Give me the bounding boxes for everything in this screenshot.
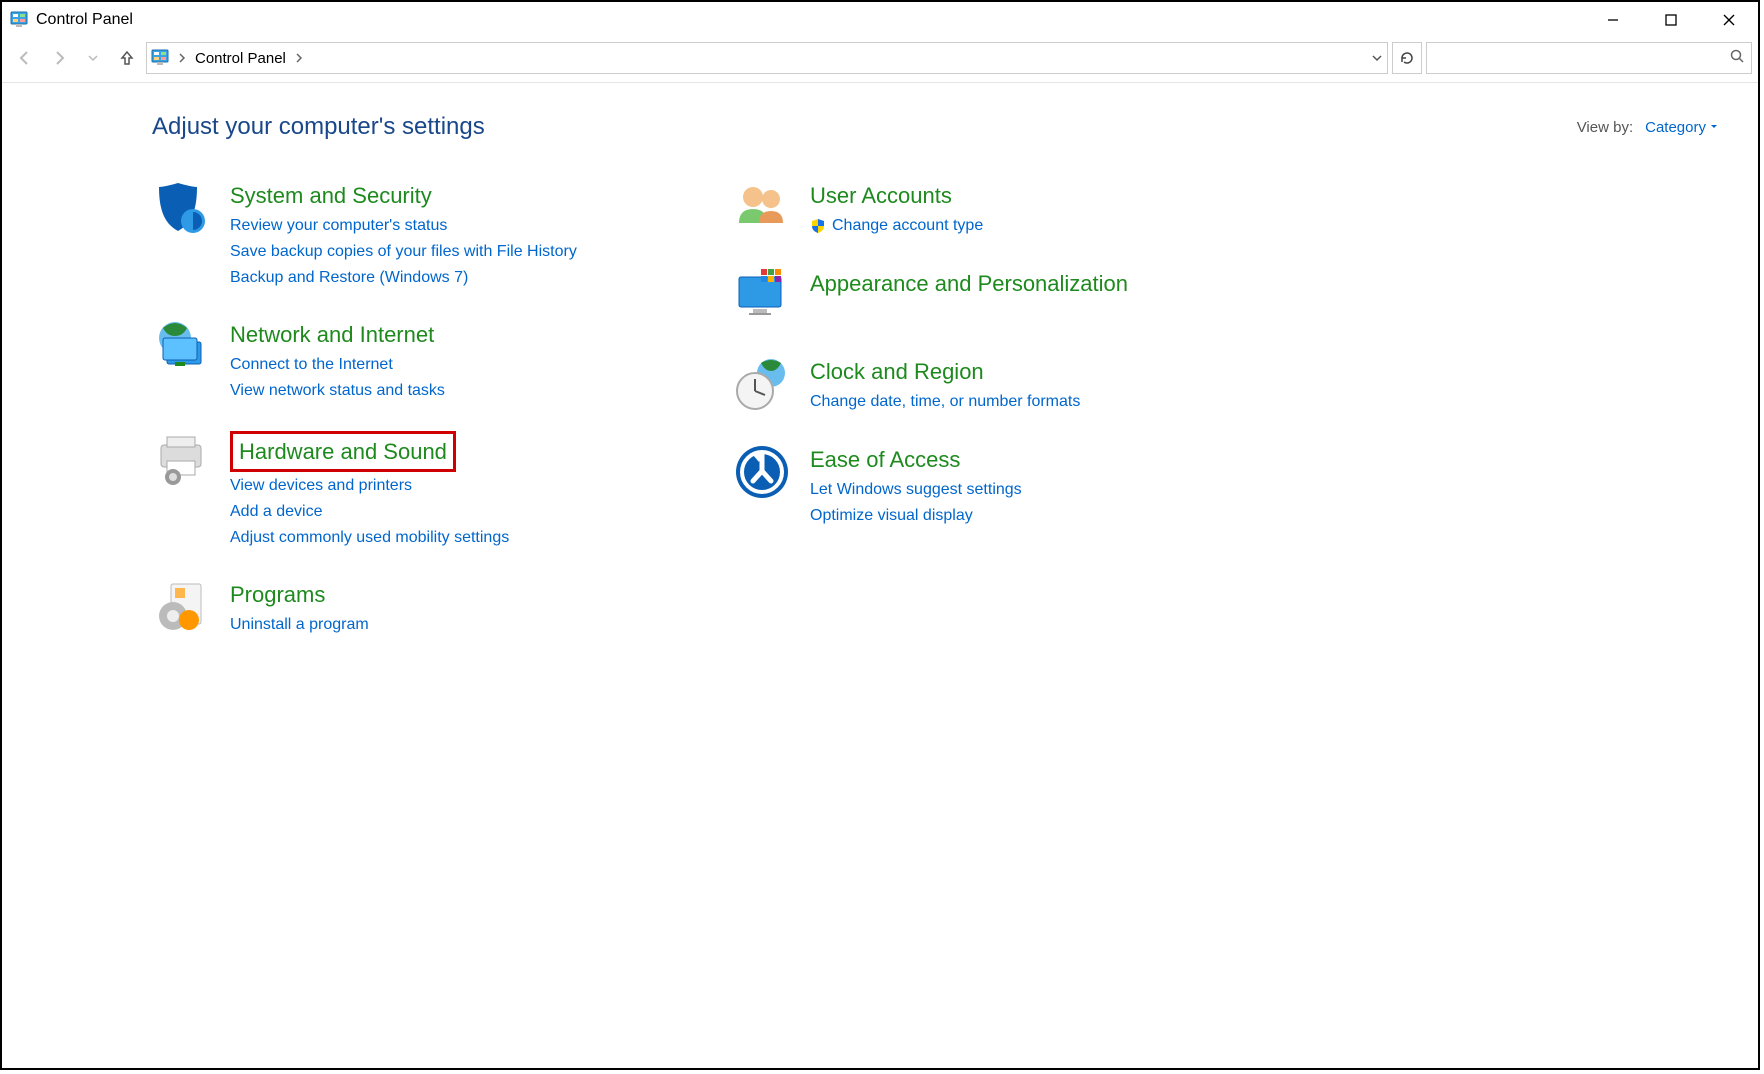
- shield-icon: [152, 179, 212, 239]
- link-devices-printers[interactable]: View devices and printers: [230, 474, 509, 498]
- breadcrumb-control-panel[interactable]: Control Panel: [195, 50, 286, 67]
- up-button[interactable]: [112, 43, 142, 73]
- clock-globe-icon: [732, 355, 792, 415]
- ease-of-access-icon: [732, 443, 792, 503]
- window-title: Control Panel: [36, 11, 133, 29]
- category-title-hardware[interactable]: Hardware and Sound: [230, 431, 456, 472]
- printer-icon: [152, 431, 212, 491]
- link-change-account-type[interactable]: Change account type: [810, 214, 983, 238]
- link-network-status[interactable]: View network status and tasks: [230, 379, 445, 403]
- category-hardware-sound: Hardware and Sound View devices and prin…: [152, 431, 672, 550]
- category-title-system-security[interactable]: System and Security: [230, 179, 577, 212]
- category-columns: System and Security Review your computer…: [152, 179, 1718, 638]
- category-user-accounts: User Accounts Change account type: [732, 179, 1252, 239]
- back-button[interactable]: [10, 43, 40, 73]
- breadcrumb-control-panel-icon: [151, 49, 169, 67]
- category-ease-of-access: Ease of Access Let Windows suggest setti…: [732, 443, 1252, 528]
- window-controls: [1584, 2, 1758, 38]
- search-icon: [1729, 48, 1745, 68]
- category-title-network[interactable]: Network and Internet: [230, 318, 445, 351]
- address-dropdown-icon[interactable]: [1371, 52, 1383, 64]
- forward-button[interactable]: [44, 43, 74, 73]
- view-by-label: View by:: [1577, 119, 1633, 136]
- link-file-history[interactable]: Save backup copies of your files with Fi…: [230, 240, 577, 264]
- link-connect-internet[interactable]: Connect to the Internet: [230, 353, 445, 377]
- refresh-button[interactable]: [1392, 42, 1422, 74]
- link-backup-restore[interactable]: Backup and Restore (Windows 7): [230, 266, 577, 290]
- address-bar[interactable]: Control Panel: [146, 42, 1388, 74]
- search-input[interactable]: [1426, 42, 1752, 74]
- category-network-internet: Network and Internet Connect to the Inte…: [152, 318, 672, 403]
- right-column: User Accounts Change account type Appear…: [732, 179, 1252, 638]
- view-by-control: View by: Category: [1577, 119, 1718, 136]
- programs-icon: [152, 578, 212, 638]
- category-clock-region: Clock and Region Change date, time, or n…: [732, 355, 1252, 415]
- navigation-bar: Control Panel: [2, 38, 1758, 83]
- category-programs: Programs Uninstall a program: [152, 578, 672, 638]
- view-by-dropdown[interactable]: Category: [1645, 119, 1718, 136]
- link-optimize-display[interactable]: Optimize visual display: [810, 504, 1022, 528]
- main-content: Adjust your computer's settings View by:…: [2, 83, 1758, 638]
- category-system-security: System and Security Review your computer…: [152, 179, 672, 290]
- link-suggest-settings[interactable]: Let Windows suggest settings: [810, 478, 1022, 502]
- maximize-button[interactable]: [1642, 2, 1700, 38]
- globe-network-icon: [152, 318, 212, 378]
- page-title: Adjust your computer's settings: [152, 113, 485, 141]
- category-title-ease[interactable]: Ease of Access: [810, 443, 1022, 476]
- close-button[interactable]: [1700, 2, 1758, 38]
- category-title-users[interactable]: User Accounts: [810, 179, 983, 212]
- chevron-right-icon: [294, 52, 304, 64]
- left-column: System and Security Review your computer…: [152, 179, 672, 638]
- chevron-down-icon: [1710, 123, 1718, 131]
- link-date-time-formats[interactable]: Change date, time, or number formats: [810, 390, 1080, 414]
- link-mobility-settings[interactable]: Adjust commonly used mobility settings: [230, 526, 509, 550]
- page-header: Adjust your computer's settings View by:…: [152, 113, 1718, 141]
- category-title-programs[interactable]: Programs: [230, 578, 369, 611]
- link-add-device[interactable]: Add a device: [230, 500, 509, 524]
- control-panel-icon: [10, 11, 28, 29]
- monitor-personalization-icon: [732, 267, 792, 327]
- link-review-status[interactable]: Review your computer's status: [230, 214, 577, 238]
- uac-shield-icon: [810, 218, 826, 234]
- category-title-clock[interactable]: Clock and Region: [810, 355, 1080, 388]
- titlebar: Control Panel: [2, 2, 1758, 38]
- view-by-value: Category: [1645, 119, 1706, 136]
- chevron-right-icon: [177, 52, 187, 64]
- link-uninstall-program[interactable]: Uninstall a program: [230, 613, 369, 637]
- link-change-account-type-label: Change account type: [832, 214, 983, 238]
- people-icon: [732, 179, 792, 239]
- minimize-button[interactable]: [1584, 2, 1642, 38]
- category-title-appearance[interactable]: Appearance and Personalization: [810, 267, 1128, 300]
- category-appearance: Appearance and Personalization: [732, 267, 1252, 327]
- recent-dropdown-icon[interactable]: [78, 43, 108, 73]
